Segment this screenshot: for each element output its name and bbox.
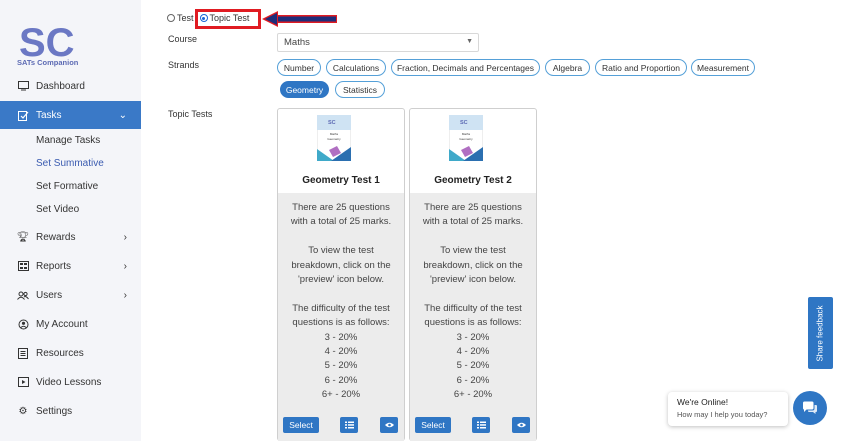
sidebar-item-label: Video Lessons — [36, 376, 102, 388]
sidebar-item-label: Resources — [36, 347, 84, 359]
chevron-right-icon: › — [123, 289, 127, 301]
trophy-icon: 🏆︎ — [16, 231, 30, 243]
sidebar-item-label: Reports — [36, 260, 72, 272]
caret-down-icon: ▼ — [466, 38, 473, 45]
sidebar-item-label: Settings — [36, 405, 73, 417]
select-button[interactable]: Select — [283, 417, 319, 433]
strand-chip-measurement[interactable]: Measurement — [691, 59, 755, 76]
brand-name: SATs Companion — [17, 58, 79, 67]
sidebar-item-reports[interactable]: Reports › — [0, 253, 141, 279]
test-card-body: There are 25 questions with a total of 2… — [278, 193, 404, 441]
test-card: SC Maths Geometry Geometry Test 1 There … — [277, 108, 405, 441]
sidebar-item-video-lessons[interactable]: Video Lessons — [0, 369, 141, 395]
share-feedback-label: Share feedback — [816, 304, 826, 362]
reports-icon — [16, 261, 30, 271]
select-button[interactable]: Select — [415, 417, 451, 433]
chat-title: We're Online! — [677, 397, 729, 407]
chat-bubble-icon — [803, 401, 817, 414]
preview-eye-icon[interactable] — [512, 417, 530, 433]
radio-test-label[interactable]: Test — [177, 13, 194, 23]
radio-test[interactable] — [167, 14, 175, 22]
chevron-right-icon: › — [123, 231, 127, 243]
account-icon — [16, 319, 30, 330]
sidebar: SC SATs Companion Dashboard Tasks ⌄ Mana… — [0, 0, 141, 441]
test-card-title: Geometry Test 1 — [302, 175, 380, 186]
list-icon[interactable] — [340, 417, 358, 433]
sidebar-item-label: Rewards — [36, 231, 76, 243]
test-card-description: There are 25 questions with a total of 2… — [290, 202, 392, 401]
test-card-description: There are 25 questions with a total of 2… — [422, 202, 524, 401]
chat-popup[interactable]: We're Online! How may I help you today? — [668, 392, 788, 426]
svg-text:Geometry: Geometry — [327, 137, 341, 141]
svg-text:Geometry: Geometry — [459, 137, 473, 141]
resources-icon — [16, 347, 30, 359]
test-thumbnail: SC Maths Geometry — [449, 115, 483, 161]
course-select[interactable]: Maths ▼ — [277, 33, 479, 52]
strand-chip-fractions[interactable]: Fraction, Decimals and Percentages — [391, 59, 540, 76]
sidebar-item-resources[interactable]: Resources — [0, 340, 141, 366]
sidebar-item-label: Users — [36, 289, 63, 301]
video-icon — [16, 377, 30, 387]
strand-chip-statistics[interactable]: Statistics — [335, 81, 385, 98]
strand-chip-geometry[interactable]: Geometry — [280, 81, 329, 98]
list-icon[interactable] — [472, 417, 490, 433]
svg-text:Maths: Maths — [462, 132, 471, 136]
pointer-arrow-icon — [262, 11, 337, 27]
sidebar-item-label: My Account — [36, 318, 88, 330]
strand-chip-calculations[interactable]: Calculations — [326, 59, 386, 76]
sidebar-item-tasks[interactable]: Tasks ⌄ — [0, 101, 141, 129]
preview-eye-icon[interactable] — [380, 417, 398, 433]
test-card: SC Maths Geometry Geometry Test 2 There … — [409, 108, 537, 441]
sub-item-set-summative[interactable]: Set Summative — [36, 158, 104, 169]
strand-chip-ratio[interactable]: Ratio and Proportion — [595, 59, 687, 76]
sub-item-set-formative[interactable]: Set Formative — [36, 181, 98, 192]
sidebar-item-my-account[interactable]: My Account — [0, 311, 141, 337]
sub-item-set-video[interactable]: Set Video — [36, 204, 79, 215]
strand-chip-number[interactable]: Number — [277, 59, 321, 76]
gear-icon: ⚙ — [18, 405, 28, 417]
strand-chip-algebra[interactable]: Algebra — [545, 59, 590, 76]
sidebar-item-rewards[interactable]: 🏆︎ Rewards › — [0, 224, 141, 250]
tasks-icon — [16, 110, 30, 121]
chat-subtitle: How may I help you today? — [677, 410, 768, 419]
chat-button[interactable] — [793, 391, 827, 425]
sidebar-item-dashboard[interactable]: Dashboard — [0, 73, 141, 99]
svg-text:SC: SC — [328, 120, 336, 126]
test-thumbnail: SC Maths Geometry — [317, 115, 351, 161]
svg-text:SC: SC — [460, 120, 468, 126]
chevron-down-icon: ⌄ — [118, 109, 127, 121]
course-select-value: Maths — [284, 37, 310, 48]
sidebar-item-label: Dashboard — [36, 80, 85, 92]
users-icon — [16, 291, 30, 300]
topic-tests-label: Topic Tests — [168, 109, 213, 119]
highlight-box — [195, 9, 261, 29]
monitor-icon — [16, 81, 30, 91]
strands-label: Strands — [168, 60, 200, 70]
test-card-title: Geometry Test 2 — [434, 175, 512, 186]
chevron-right-icon: › — [123, 260, 127, 272]
svg-text:Maths: Maths — [330, 132, 339, 136]
sidebar-item-label: Tasks — [36, 109, 62, 121]
sub-item-manage-tasks[interactable]: Manage Tasks — [36, 135, 100, 146]
sidebar-item-settings[interactable]: ⚙ Settings — [0, 398, 141, 424]
share-feedback-tab[interactable]: Share feedback — [808, 297, 833, 369]
sidebar-item-users[interactable]: Users › — [0, 282, 141, 308]
test-card-body: There are 25 questions with a total of 2… — [410, 193, 536, 441]
course-label: Course — [168, 34, 198, 44]
